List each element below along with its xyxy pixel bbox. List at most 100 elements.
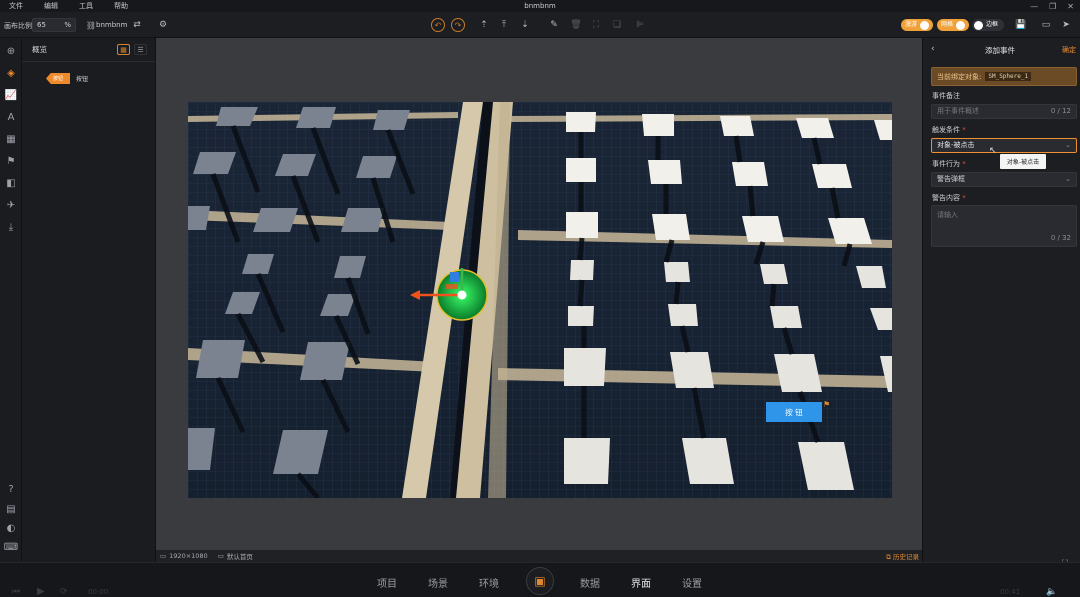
time-right: 00:41 <box>1000 588 1021 596</box>
scene-widget-button[interactable]: 按 钮 <box>766 402 822 422</box>
delete-icon[interactable]: 🗑 <box>569 18 583 32</box>
nav-scene[interactable]: 场景 <box>428 575 448 590</box>
send-icon[interactable]: ➤ <box>1059 18 1073 32</box>
nav-settings[interactable]: 设置 <box>682 575 702 590</box>
scene-home-icon[interactable]: ▣ <box>526 567 554 595</box>
restore-icon[interactable]: ❐ <box>1049 2 1056 11</box>
swap-icon[interactable]: ⇄ <box>130 18 144 32</box>
align-left-icon[interactable]: ⊫ <box>633 18 647 32</box>
canvas-status-bar: ▭ 1920×1080 ▭ 默认首页 ⧉ 历史记录 <box>156 550 922 562</box>
minimize-icon[interactable]: — <box>1030 2 1038 11</box>
trigger-select[interactable]: 对象-被点击 ⌄ <box>931 138 1077 153</box>
nav-interface[interactable]: 界面 <box>631 575 651 590</box>
action-select[interactable]: 警告弹框 ⌄ <box>931 172 1077 187</box>
bound-object-bar: 当前绑定对象: SM_Sphere_1 <box>931 67 1077 86</box>
action-label: 事件行为 * <box>932 160 966 168</box>
canvas-scale-input[interactable]: 65 % <box>32 18 76 32</box>
nav-data[interactable]: 数据 <box>580 575 600 590</box>
toggle-knob <box>920 20 930 30</box>
nav-project[interactable]: 项目 <box>377 575 397 590</box>
scene-viewport[interactable]: 按 钮 ⚑ <box>188 102 892 498</box>
close-icon[interactable]: ✕ <box>1067 2 1074 11</box>
volume-icon[interactable]: 🔈 <box>1046 587 1057 597</box>
content-label-text: 警告内容 <box>932 194 960 202</box>
canvas-scale-value: 65 <box>37 21 46 29</box>
scene-render <box>188 102 892 498</box>
copy-icon[interactable]: ❏ <box>610 18 624 32</box>
canvas-scale-unit: % <box>64 21 71 29</box>
undo-icon[interactable]: ↶ <box>431 18 445 32</box>
toggle-grid-label: 网格 <box>941 21 954 28</box>
brush-icon[interactable]: ✎ <box>547 18 561 32</box>
bound-object-value: SM_Sphere_1 <box>985 72 1032 81</box>
doc-icon[interactable]: ▤ <box>4 502 18 516</box>
help-icon[interactable]: ? <box>4 482 18 496</box>
toggle-roam[interactable]: 漫游 <box>901 19 933 31</box>
frame-icon[interactable]: ⛶ <box>589 18 603 32</box>
bottom-nav: 项目 场景 环境 ▣ 数据 界面 设置 ⏮ ▶ ⟳ 00:00 00:41 🔈 <box>0 562 1080 597</box>
widget-anchor-icon[interactable]: ⚑ <box>823 400 830 409</box>
layers-icon[interactable]: ◈ <box>4 66 18 80</box>
chart-icon[interactable]: 📈 <box>4 88 18 102</box>
plane-icon[interactable]: ✈ <box>4 198 18 212</box>
toggle-roam-label: 漫游 <box>905 21 918 28</box>
add-page-icon[interactable]: ⊕ <box>4 44 18 58</box>
bound-label: 当前绑定对象: <box>937 72 982 81</box>
cursor-icon: ↖ <box>989 146 997 156</box>
content-placeholder: 请输入 <box>937 211 958 219</box>
project-name: bnmbnm <box>96 21 128 29</box>
outline-panel: 概览 ▦ ☰ 按钮 按钮 <box>22 38 156 562</box>
event-panel: ‹ 添加事件 确定 当前绑定对象: SM_Sphere_1 事件备注 用于事件概… <box>922 38 1080 569</box>
content-counter: 0 / 32 <box>1050 234 1071 242</box>
chevron-down-icon: ⌄ <box>1065 141 1071 149</box>
upload-icon[interactable]: ⇡ <box>477 18 491 32</box>
menu-file[interactable]: 文件 <box>0 1 32 11</box>
chevron-down-icon: ⌄ <box>1065 175 1071 183</box>
shapes-icon[interactable]: ◧ <box>4 176 18 190</box>
tree-node-button[interactable]: 按钮 按钮 <box>46 73 88 84</box>
list-view-icon[interactable]: ☰ <box>134 44 147 55</box>
note-input[interactable]: 用于事件概述 0 / 12 <box>931 104 1077 119</box>
import-icon[interactable]: ⤓ <box>4 220 18 234</box>
toggle-border-label: 边框 <box>986 21 999 28</box>
align-top-icon[interactable]: ⤒ <box>497 18 511 32</box>
trigger-label-text: 触发条件 <box>932 126 960 134</box>
trigger-tooltip: 对象-被点击 <box>1000 154 1046 169</box>
settings-icon[interactable]: ⚙ <box>156 18 170 32</box>
window-controls: — ❐ ✕ <box>1030 0 1074 12</box>
menu-bar: bnmbnm 文件 编辑 工具 帮助 — ❐ ✕ <box>0 0 1080 12</box>
menu-tools[interactable]: 工具 <box>67 1 102 11</box>
toggle-grid[interactable]: 网格 <box>937 19 969 31</box>
text-icon[interactable]: A <box>4 110 18 124</box>
node-type-badge: 按钮 <box>46 73 70 84</box>
history-link[interactable]: ⧉ 历史记录 <box>886 551 919 562</box>
marker-icon[interactable]: ⚑ <box>4 154 18 168</box>
redo-icon[interactable]: ↷ <box>451 18 465 32</box>
player-loop-icon[interactable]: ⟳ <box>60 587 68 597</box>
player-play-icon[interactable]: ▶ <box>37 586 45 597</box>
nav-environment[interactable]: 环境 <box>479 575 499 590</box>
canvas-resolution: 1920×1080 <box>169 552 208 560</box>
toggle-border[interactable]: 边框 <box>972 19 1004 31</box>
homepage-label[interactable]: 默认首页 <box>227 551 253 561</box>
trigger-value: 对象-被点击 <box>937 141 975 149</box>
content-textarea[interactable]: 请输入 0 / 32 <box>931 205 1077 247</box>
toggle-knob <box>974 20 983 30</box>
panel-title: 添加事件 <box>985 46 1015 55</box>
menu-help[interactable]: 帮助 <box>102 1 137 11</box>
table-icon[interactable]: ▦ <box>4 132 18 146</box>
grid-view-icon[interactable]: ▦ <box>117 44 130 55</box>
toggle-knob <box>956 20 966 30</box>
note-counter: 0 / 12 <box>1050 107 1071 115</box>
confirm-button[interactable]: 确定 <box>1062 45 1076 55</box>
theme-icon[interactable]: ◐ <box>4 521 18 535</box>
note-label: 事件备注 <box>932 92 960 100</box>
resolution-icon: ▭ <box>160 552 167 560</box>
monitor-icon[interactable]: ▭ <box>1039 18 1053 32</box>
action-label-text: 事件行为 <box>932 160 960 168</box>
menu-edit[interactable]: 编辑 <box>32 1 67 11</box>
keyboard-icon[interactable]: ⌨ <box>4 540 18 554</box>
save-icon[interactable]: 💾 <box>1014 18 1028 32</box>
player-prev-icon[interactable]: ⏮ <box>12 587 20 597</box>
download-icon[interactable]: ⇣ <box>518 18 532 32</box>
